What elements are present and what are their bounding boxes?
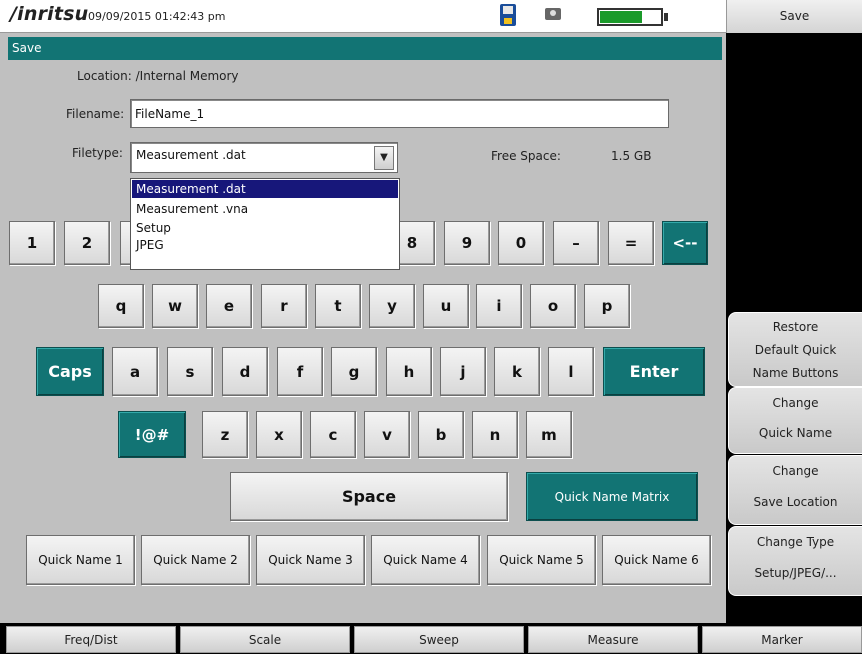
filetype-option-setup[interactable]: Setup <box>132 219 398 237</box>
backspace-key[interactable]: <-- <box>662 221 708 265</box>
quick-name-4-button[interactable]: Quick Name 4 <box>371 535 480 585</box>
tab-measure[interactable]: Measure <box>528 626 698 653</box>
filetype-dropdown-list: Measurement .dat Measurement .vna Setup … <box>130 178 400 270</box>
floppy-disk-icon <box>500 4 516 26</box>
key-v[interactable]: v <box>364 411 410 458</box>
enter-key[interactable]: Enter <box>603 347 705 396</box>
key-i[interactable]: i <box>476 284 522 328</box>
filetype-label: Filetype: <box>72 146 123 160</box>
key-k[interactable]: k <box>494 347 540 396</box>
key-s[interactable]: s <box>167 347 213 396</box>
key-d[interactable]: d <box>222 347 268 396</box>
key-w[interactable]: w <box>152 284 198 328</box>
key-9[interactable]: 9 <box>444 221 490 265</box>
brand-logo: /inritsu <box>10 3 89 25</box>
chevron-down-icon[interactable]: ▼ <box>374 146 394 170</box>
quick-name-3-button[interactable]: Quick Name 3 <box>256 535 365 585</box>
battery-tip <box>664 13 668 21</box>
key-z[interactable]: z <box>202 411 248 458</box>
key-p[interactable]: p <box>584 284 630 328</box>
key-u[interactable]: u <box>423 284 469 328</box>
key-q[interactable]: q <box>98 284 144 328</box>
key-0[interactable]: 0 <box>498 221 544 265</box>
softkey-label: Default Quick <box>754 343 837 357</box>
change-save-location-button[interactable]: Change Save Location <box>728 455 862 525</box>
tab-sweep[interactable]: Sweep <box>354 626 524 653</box>
battery-fill <box>600 11 642 23</box>
free-space-label: Free Space: <box>491 149 561 163</box>
tab-scale[interactable]: Scale <box>180 626 350 653</box>
key-r[interactable]: r <box>261 284 307 328</box>
softkey-label: Change <box>772 464 819 478</box>
tab-freq-dist[interactable]: Freq/Dist <box>6 626 176 653</box>
key-n[interactable]: n <box>472 411 518 458</box>
datetime: 09/09/2015 01:42:43 pm <box>88 10 226 23</box>
key-g[interactable]: g <box>331 347 377 396</box>
key-minus[interactable]: – <box>553 221 599 265</box>
quick-name-matrix-button[interactable]: Quick Name Matrix <box>526 472 698 521</box>
key-1[interactable]: 1 <box>9 221 55 265</box>
softkey-label: Quick Name <box>758 426 833 440</box>
key-f[interactable]: f <box>277 347 323 396</box>
quick-name-1-button[interactable]: Quick Name 1 <box>26 535 135 585</box>
filename-label: Filename: <box>66 107 125 121</box>
softkey-label: Name Buttons <box>752 366 839 380</box>
key-h[interactable]: h <box>386 347 432 396</box>
tab-marker[interactable]: Marker <box>702 626 862 653</box>
caps-key[interactable]: Caps <box>36 347 104 396</box>
key-o[interactable]: o <box>530 284 576 328</box>
key-equals[interactable]: = <box>608 221 654 265</box>
space-key[interactable]: Space <box>230 472 508 521</box>
free-space-value: 1.5 GB <box>611 149 652 163</box>
key-m[interactable]: m <box>526 411 572 458</box>
key-e[interactable]: e <box>206 284 252 328</box>
change-type-button[interactable]: Change Type Setup/JPEG/... <box>728 526 862 596</box>
softkey-label: Setup/JPEG/... <box>754 566 837 580</box>
location-label: Location: /Internal Memory <box>77 69 239 83</box>
battery-icon <box>597 8 663 26</box>
filetype-option-jpeg[interactable]: JPEG <box>132 236 398 254</box>
dialog-title: Save <box>8 37 722 60</box>
change-quick-name-button[interactable]: Change Quick Name <box>728 387 862 454</box>
quick-name-5-button[interactable]: Quick Name 5 <box>487 535 596 585</box>
key-b[interactable]: b <box>418 411 464 458</box>
filetype-option-measurement-dat[interactable]: Measurement .dat <box>132 180 398 198</box>
filetype-selected-value: Measurement .dat <box>136 148 246 162</box>
filename-input[interactable] <box>130 99 669 128</box>
key-a[interactable]: a <box>112 347 158 396</box>
quick-name-6-button[interactable]: Quick Name 6 <box>602 535 711 585</box>
key-2[interactable]: 2 <box>64 221 110 265</box>
softkey-title: Save <box>726 0 862 33</box>
camera-icon <box>545 8 561 20</box>
filetype-option-measurement-vna[interactable]: Measurement .vna <box>132 200 398 218</box>
key-l[interactable]: l <box>548 347 594 396</box>
softkey-label: Change Type <box>756 535 835 549</box>
softkey-label: Restore <box>772 320 819 334</box>
symbols-key[interactable]: !@# <box>118 411 186 458</box>
key-x[interactable]: x <box>256 411 302 458</box>
quick-name-2-button[interactable]: Quick Name 2 <box>141 535 250 585</box>
restore-default-quick-names-button[interactable]: Restore Default Quick Name Buttons <box>728 312 862 387</box>
softkey-label: Change <box>772 396 819 410</box>
key-y[interactable]: y <box>369 284 415 328</box>
key-j[interactable]: j <box>440 347 486 396</box>
softkey-label: Save Location <box>753 495 838 509</box>
key-t[interactable]: t <box>315 284 361 328</box>
key-c[interactable]: c <box>310 411 356 458</box>
